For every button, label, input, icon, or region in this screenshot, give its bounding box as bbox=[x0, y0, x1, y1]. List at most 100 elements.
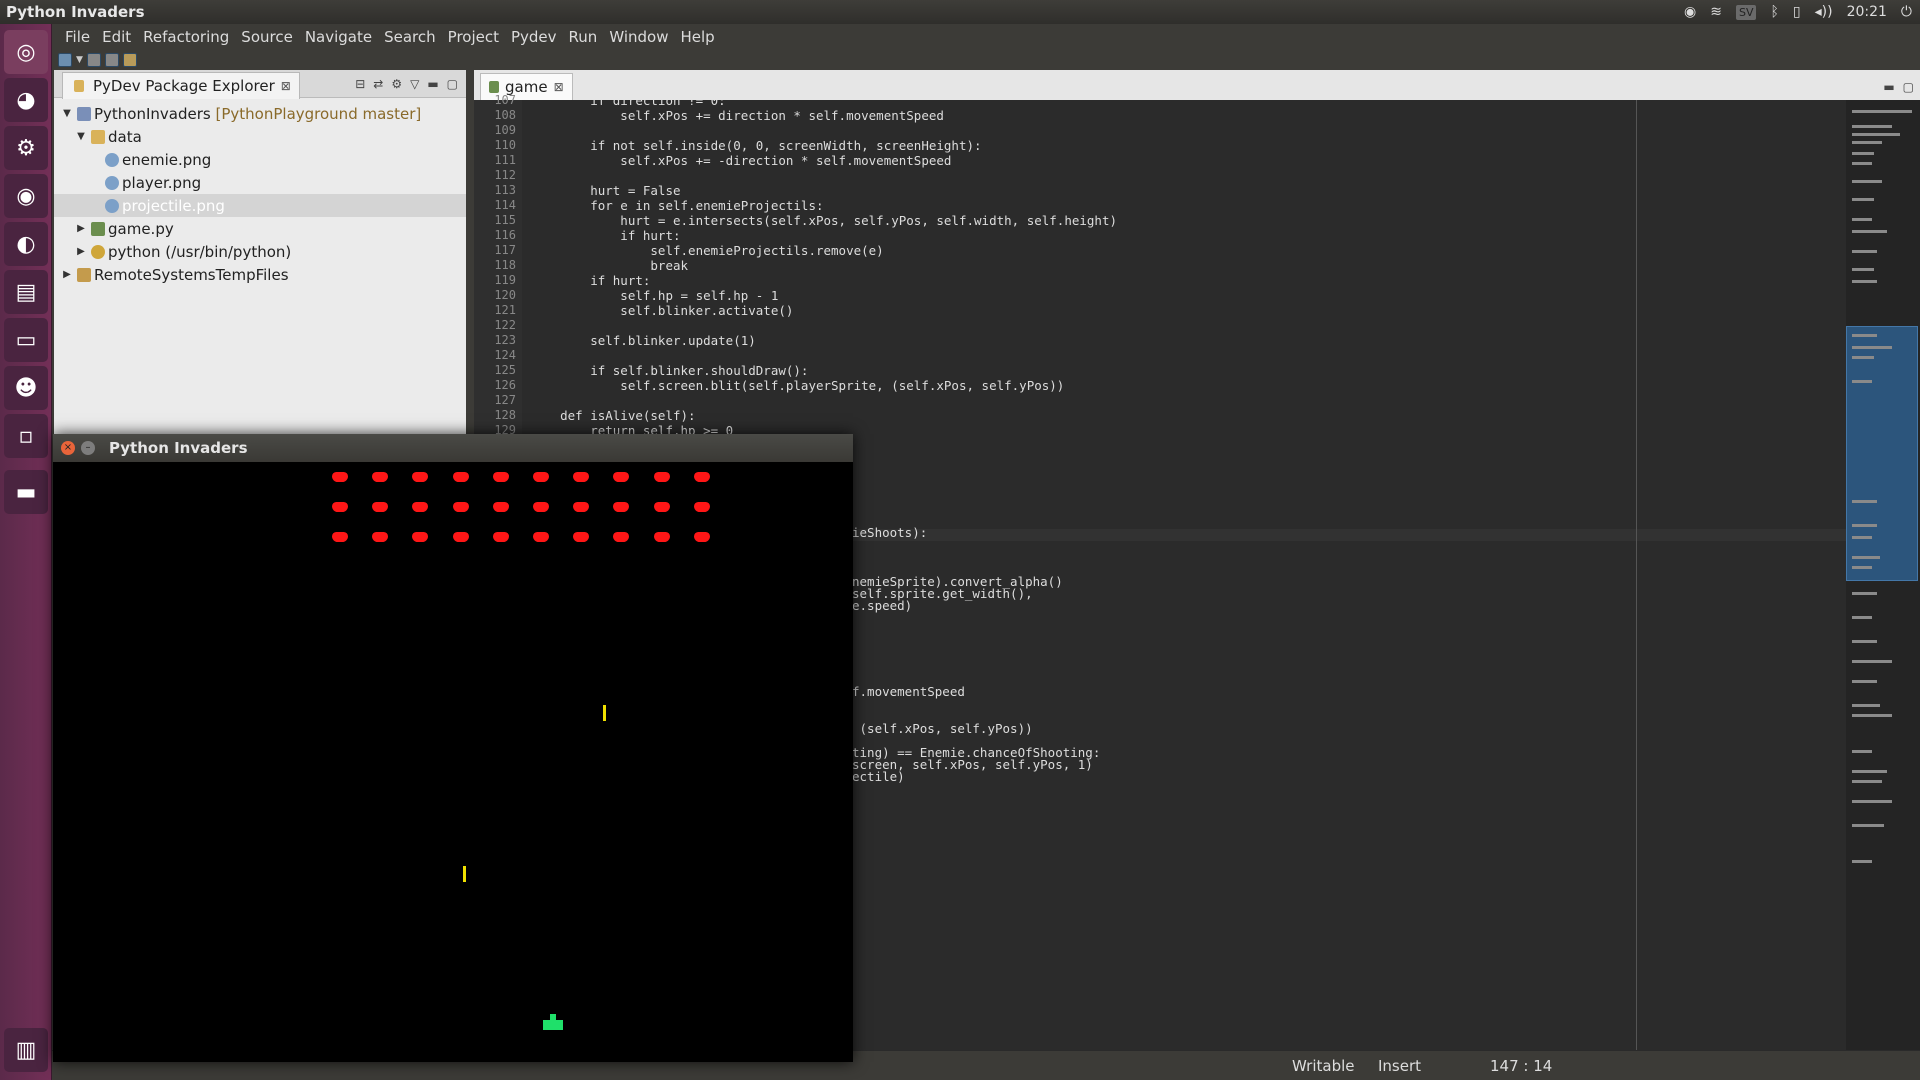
open-perspective-icon[interactable] bbox=[122, 53, 137, 67]
tree-item-projectile-png[interactable]: projectile.png bbox=[54, 194, 466, 217]
close-icon[interactable]: ⊠ bbox=[281, 79, 291, 93]
code-line: def isAlive(self): bbox=[530, 408, 696, 423]
minimap-overview[interactable] bbox=[1846, 100, 1920, 1050]
minimap-line bbox=[1852, 660, 1892, 663]
menu-edit[interactable]: Edit bbox=[96, 28, 137, 46]
collapse-arrow-icon[interactable]: ▶ bbox=[74, 246, 88, 257]
window-close-icon[interactable]: × bbox=[61, 441, 75, 455]
terminal-icon[interactable]: ▭ bbox=[4, 318, 48, 362]
tree-item-label: player.png bbox=[122, 173, 202, 192]
code-line: self.screen.blit(self.playerSprite, (sel… bbox=[530, 378, 1065, 393]
menu-run[interactable]: Run bbox=[563, 28, 604, 46]
menu-source[interactable]: Source bbox=[235, 28, 299, 46]
minimap-line bbox=[1852, 230, 1887, 233]
python-file-icon bbox=[91, 221, 105, 236]
maximize-icon[interactable]: ▢ bbox=[447, 77, 458, 91]
window-minimize-icon[interactable]: – bbox=[81, 441, 95, 455]
collapse-arrow-icon[interactable]: ▶ bbox=[60, 269, 74, 280]
system-tray: ◉ ≋ SV ᛒ ▯ ◂)) 20:21 ⏻ bbox=[1684, 4, 1914, 20]
new-icon[interactable] bbox=[58, 53, 72, 67]
link-editor-icon[interactable]: ⇄ bbox=[373, 77, 383, 91]
session-menu-icon[interactable]: ⏻ bbox=[1901, 4, 1912, 20]
enemy-invader bbox=[613, 532, 630, 542]
image-file-icon bbox=[105, 198, 119, 213]
minimap-line bbox=[1852, 780, 1882, 783]
game-window-titlebar[interactable]: × – Python Invaders bbox=[53, 434, 853, 462]
python-game-icon[interactable]: ☻ bbox=[4, 366, 48, 410]
maximize-icon[interactable]: ▢ bbox=[1903, 80, 1914, 94]
enemy-invader bbox=[332, 532, 348, 542]
code-line-partial: e.speed) bbox=[852, 598, 913, 613]
collapse-all-icon[interactable]: ⊟ bbox=[355, 77, 365, 91]
window-app-icon[interactable]: ▫ bbox=[4, 414, 48, 458]
eclipse-icon[interactable]: ◐ bbox=[4, 222, 48, 266]
tree-item-python-interpreter[interactable]: ▶ python (/usr/bin/python) bbox=[54, 240, 466, 263]
steam-icon[interactable]: ◉ bbox=[4, 174, 48, 218]
menu-help[interactable]: Help bbox=[674, 28, 720, 46]
save-all-icon[interactable] bbox=[104, 53, 119, 67]
minimap-line bbox=[1852, 704, 1880, 707]
menu-window[interactable]: Window bbox=[603, 28, 674, 46]
code-line: break bbox=[530, 258, 689, 273]
collapse-arrow-icon[interactable]: ▶ bbox=[74, 223, 88, 234]
firefox-icon[interactable]: ◕ bbox=[4, 78, 48, 122]
close-icon[interactable]: ⊠ bbox=[554, 80, 564, 94]
minimap-viewport[interactable] bbox=[1846, 326, 1918, 581]
minimize-icon[interactable]: ▬ bbox=[427, 77, 438, 91]
volume-icon[interactable]: ◂)) bbox=[1815, 4, 1833, 20]
tree-item-enemie-png[interactable]: enemie.png bbox=[54, 148, 466, 171]
steam-tray-icon[interactable]: ◉ bbox=[1684, 4, 1696, 20]
line-number: 115 bbox=[494, 213, 516, 227]
image-file-icon bbox=[105, 152, 119, 167]
expand-arrow-icon[interactable]: ▼ bbox=[74, 131, 88, 142]
menu-file[interactable]: File bbox=[59, 28, 96, 46]
minimize-icon[interactable]: ▬ bbox=[1883, 80, 1894, 94]
expand-arrow-icon[interactable]: ▼ bbox=[60, 108, 74, 119]
tree-item-data[interactable]: ▼ data bbox=[54, 125, 466, 148]
drive-icon[interactable]: ▬ bbox=[4, 470, 48, 514]
menu-pydev[interactable]: Pydev bbox=[505, 28, 563, 46]
view-menu-icon[interactable]: ▽ bbox=[410, 77, 419, 91]
minimap-line bbox=[1852, 133, 1900, 136]
battery-icon[interactable]: ▯ bbox=[1793, 4, 1801, 20]
tree-item-pythoninvaders[interactable]: ▼ PythonInvaders [PythonPlayground maste… bbox=[54, 102, 466, 125]
code-line: if direction != 0: bbox=[530, 100, 726, 108]
new-dropdown-icon[interactable]: ▼ bbox=[76, 55, 83, 65]
dash-home-icon[interactable]: ◎ bbox=[4, 30, 48, 74]
minimap-line bbox=[1852, 750, 1872, 753]
active-window-title: Python Invaders bbox=[6, 3, 145, 21]
minimap-line bbox=[1852, 162, 1872, 165]
git-branch-label: [PythonPlayground master] bbox=[215, 104, 422, 123]
minimap-line bbox=[1852, 346, 1892, 349]
clock[interactable]: 20:21 bbox=[1847, 4, 1887, 20]
tree-item-player-png[interactable]: player.png bbox=[54, 171, 466, 194]
files-icon[interactable]: ▤ bbox=[4, 270, 48, 314]
tree-item-game-py[interactable]: ▶ game.py bbox=[54, 217, 466, 240]
trash-icon[interactable]: ▥ bbox=[4, 1028, 48, 1072]
menu-search[interactable]: Search bbox=[378, 28, 442, 46]
system-settings-icon[interactable]: ⚙ bbox=[4, 126, 48, 170]
enemy-invader bbox=[613, 472, 630, 482]
wifi-icon[interactable]: ≋ bbox=[1710, 4, 1722, 20]
status-writable: Writable bbox=[1292, 1056, 1355, 1075]
menu-refactoring[interactable]: Refactoring bbox=[137, 28, 235, 46]
tree-item-label: projectile.png bbox=[122, 196, 225, 215]
keyboard-layout-indicator[interactable]: SV bbox=[1735, 4, 1757, 20]
enemy-invader bbox=[452, 502, 469, 512]
code-line: self.enemieProjectils.remove(e) bbox=[530, 243, 884, 258]
line-number: 107 bbox=[494, 93, 516, 107]
menu-navigate[interactable]: Navigate bbox=[299, 28, 378, 46]
game-playfield[interactable] bbox=[53, 462, 853, 1062]
tree-item-remote-systems[interactable]: ▶ RemoteSystemsTempFiles bbox=[54, 263, 466, 286]
enemy-invader bbox=[452, 532, 469, 542]
minimap-line bbox=[1852, 824, 1884, 827]
code-line: if hurt: bbox=[530, 228, 681, 243]
save-icon[interactable] bbox=[86, 53, 101, 67]
tree-item-label: python (/usr/bin/python) bbox=[108, 242, 292, 261]
code-line: hurt = e.intersects(self.xPos, self.yPos… bbox=[530, 213, 1117, 228]
filter-icon[interactable]: ⚙ bbox=[391, 77, 402, 91]
package-explorer-tab[interactable]: PyDev Package Explorer ⊠ bbox=[62, 71, 300, 99]
bluetooth-icon[interactable]: ᛒ bbox=[1770, 4, 1778, 20]
enemy-invader bbox=[693, 472, 710, 482]
menu-project[interactable]: Project bbox=[442, 28, 505, 46]
